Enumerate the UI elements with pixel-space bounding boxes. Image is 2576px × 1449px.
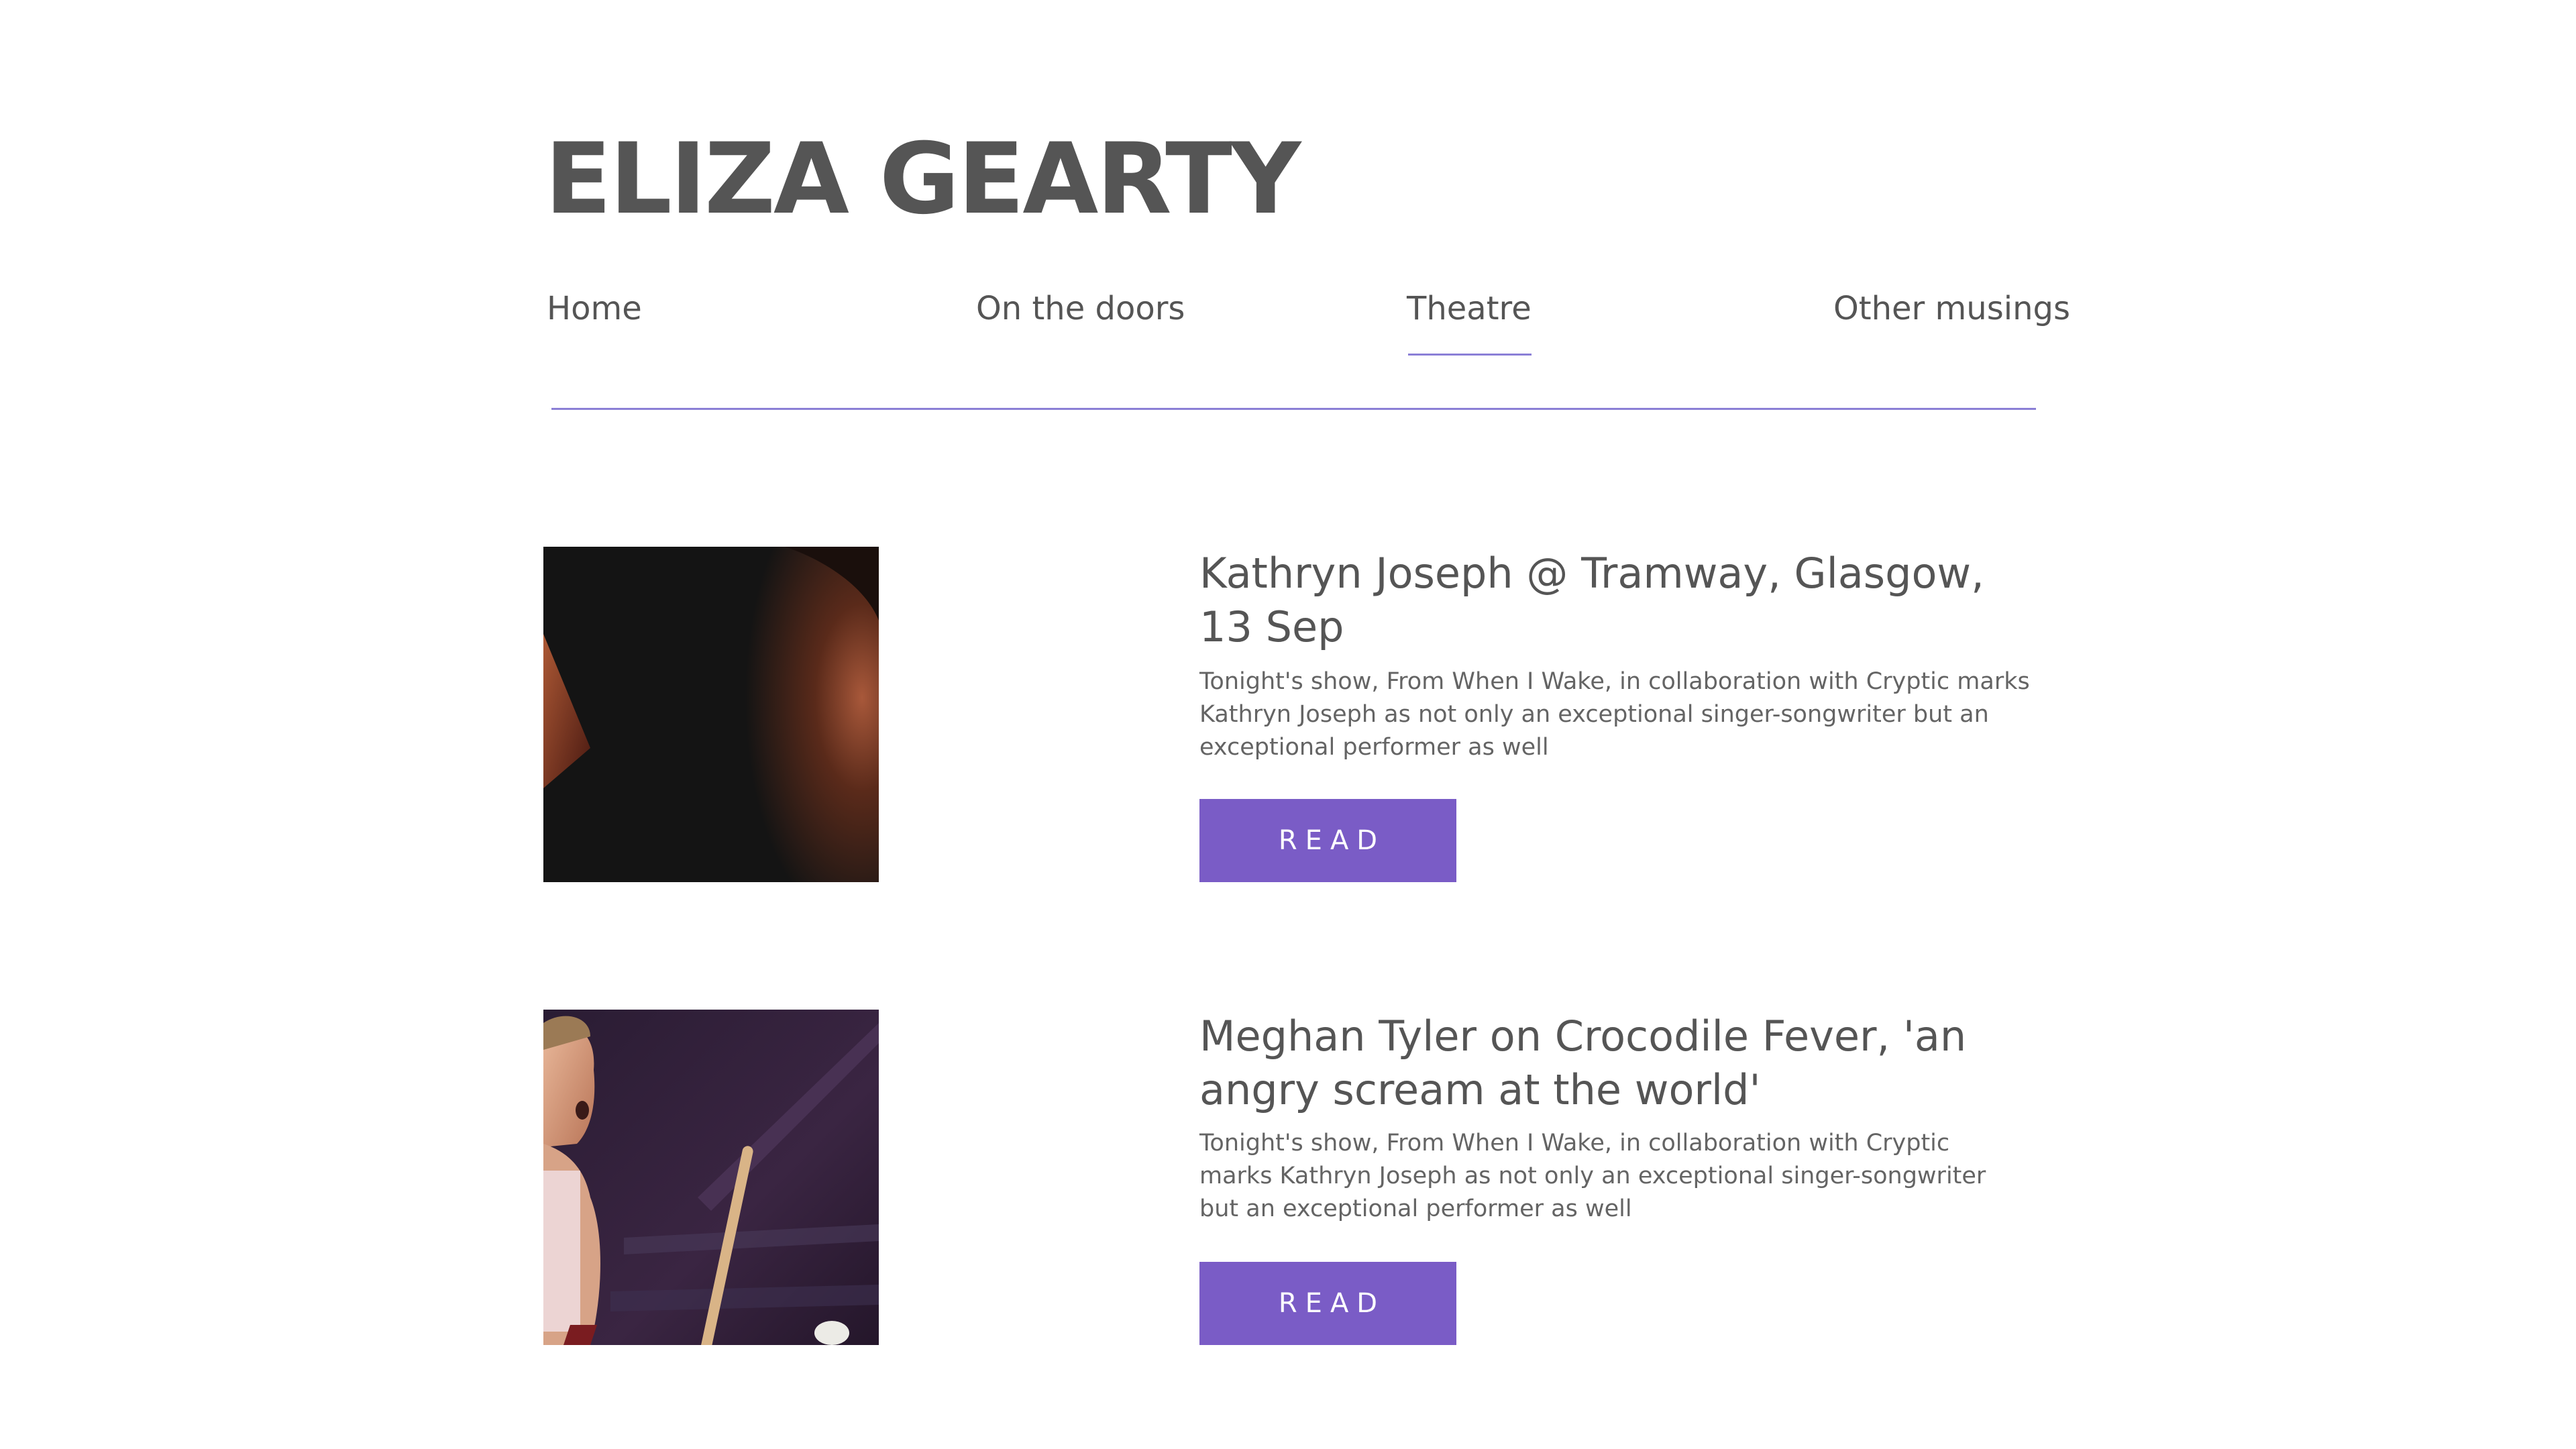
read-button[interactable]: READ — [1199, 1262, 1456, 1345]
main-nav: Home On the doors Theatre Other musings — [547, 285, 2070, 366]
post-card: Meghan Tyler on Crocodile Fever, 'an ang… — [543, 1010, 2066, 1345]
post-excerpt: Tonight's show, From When I Wake, in col… — [1199, 1130, 1986, 1222]
nav-item-home[interactable]: Home — [547, 285, 642, 332]
nav-item-other-musings[interactable]: Other musings — [1833, 285, 2070, 332]
post-title[interactable]: Meghan Tyler on Crocodile Fever, 'an ang… — [1199, 1010, 2045, 1117]
actress-stage-image — [543, 1010, 879, 1345]
post-thumbnail[interactable] — [543, 1010, 879, 1345]
post-excerpt: Tonight's show, From When I Wake, in col… — [1199, 668, 2030, 761]
read-button[interactable]: READ — [1199, 799, 1456, 882]
post-title[interactable]: Kathryn Joseph @ Tramway, Glasgow, 13 Se… — [1199, 547, 2045, 654]
site-title[interactable]: ELIZA GEARTY — [545, 122, 1301, 236]
nav-item-theatre[interactable]: Theatre — [1407, 285, 1532, 356]
post-card: Kathryn Joseph @ Tramway, Glasgow, 13 Se… — [543, 547, 2066, 882]
post-thumbnail[interactable] — [543, 547, 879, 882]
nav-divider — [551, 408, 2036, 410]
nav-item-on-the-doors[interactable]: On the doors — [976, 285, 1185, 332]
performer-profile-image — [543, 547, 879, 882]
